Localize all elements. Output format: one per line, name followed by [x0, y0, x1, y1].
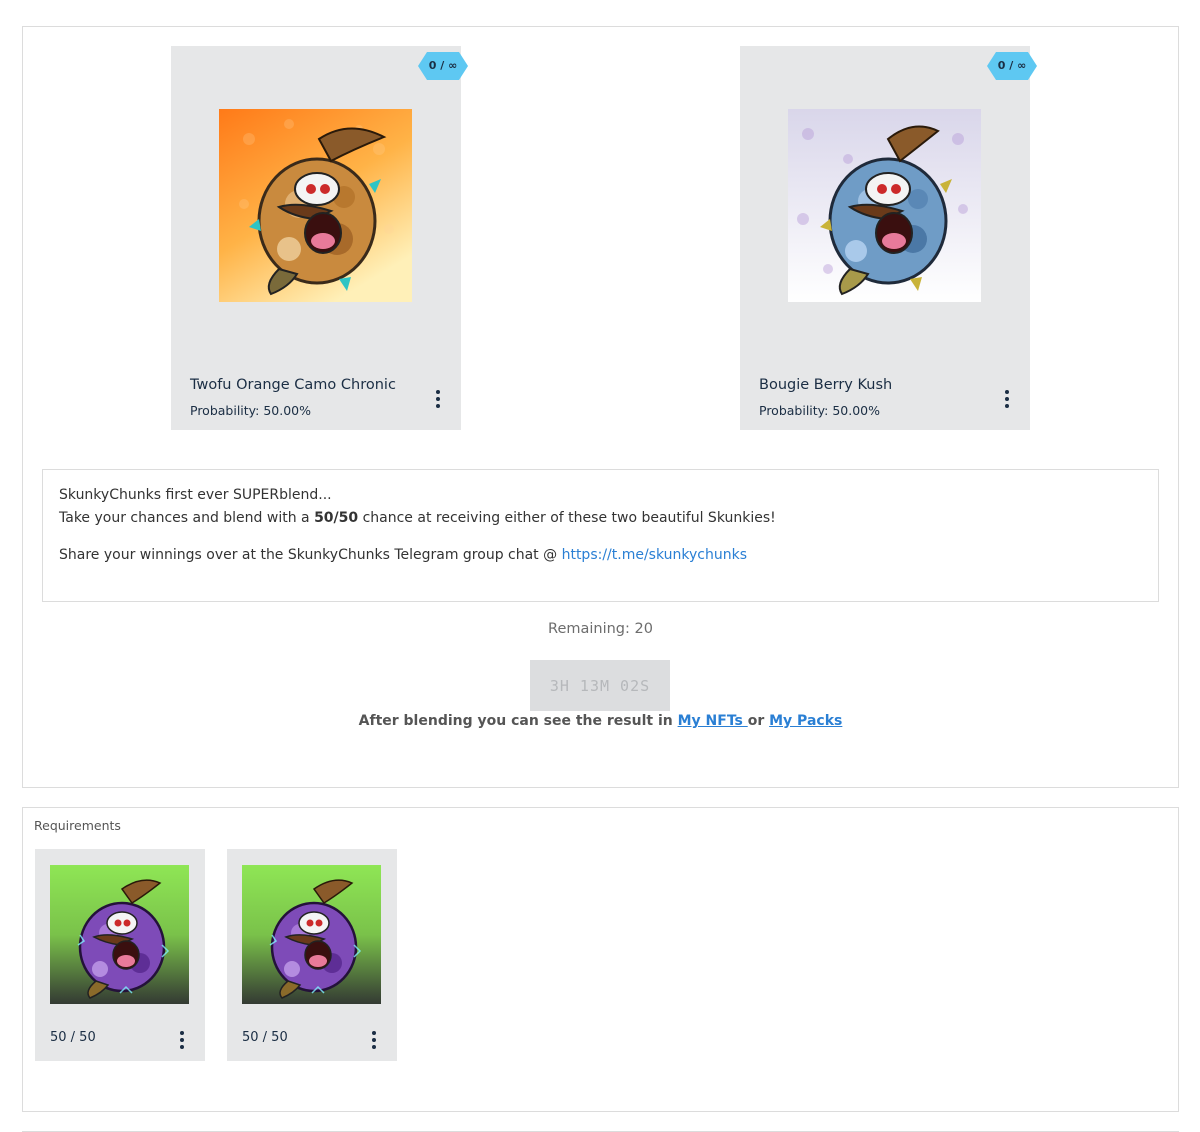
requirement-count: 50 / 50	[50, 1030, 96, 1045]
more-options-icon[interactable]	[431, 388, 445, 410]
supply-badge: 0 / ∞	[986, 51, 1038, 81]
more-options-icon[interactable]	[175, 1029, 189, 1051]
nft-image-purple	[50, 865, 189, 1004]
description-line: Take your chances and blend with a 50/50…	[59, 510, 776, 526]
nft-image-berry	[788, 109, 981, 302]
more-options-icon[interactable]	[367, 1029, 381, 1051]
blend-panel: 0 / ∞ Twofu Orange Camo Chronic Probabil…	[22, 26, 1179, 788]
requirements-panel: Requirements 50 / 50 50 / 50	[22, 807, 1179, 1112]
nft-name: Twofu Orange Camo Chronic	[190, 377, 396, 393]
result-card-berry[interactable]: 0 / ∞ Bougie Berry Kush Probability: 50.…	[740, 46, 1037, 430]
my-packs-link[interactable]: My Packs	[769, 713, 842, 729]
requirement-count: 50 / 50	[242, 1030, 288, 1045]
my-nfts-link[interactable]: My NFTs	[678, 713, 748, 729]
telegram-link[interactable]: https://t.me/skunkychunks	[562, 547, 747, 563]
nft-probability: Probability: 50.00%	[759, 403, 881, 418]
description-line: SkunkyChunks first ever SUPERblend...	[59, 487, 332, 503]
more-options-icon[interactable]	[1000, 388, 1014, 410]
supply-badge: 0 / ∞	[417, 51, 469, 81]
nft-name: Bougie Berry Kush	[759, 377, 893, 393]
description-line: Share your winnings over at the SkunkyCh…	[59, 547, 747, 563]
remaining-count: Remaining: 20	[548, 621, 653, 637]
nft-image-purple	[242, 865, 381, 1004]
requirement-card[interactable]: 50 / 50	[227, 849, 397, 1061]
blend-countdown-button[interactable]: 3H 13M 02S	[530, 660, 670, 711]
nft-image-orange	[219, 109, 412, 302]
nft-probability: Probability: 50.00%	[190, 403, 312, 418]
after-blending-note: After blending you can see the result in…	[358, 713, 843, 729]
requirement-card[interactable]: 50 / 50	[35, 849, 205, 1061]
blend-description: SkunkyChunks first ever SUPERblend... Ta…	[42, 469, 1159, 602]
result-card-orange[interactable]: 0 / ∞ Twofu Orange Camo Chronic Probabil…	[171, 46, 468, 430]
requirements-title: Requirements	[34, 818, 121, 833]
